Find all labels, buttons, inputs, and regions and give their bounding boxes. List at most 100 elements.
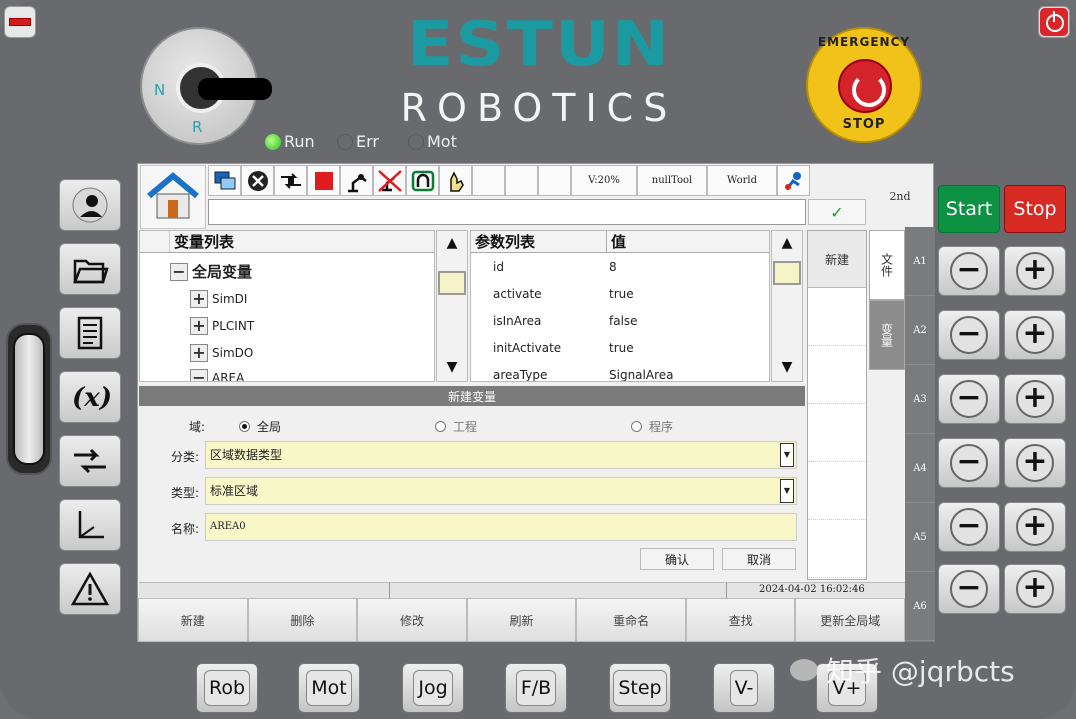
btn-delete[interactable]: 删除 xyxy=(247,598,358,642)
disable-robot-button[interactable] xyxy=(373,165,406,196)
btn-new[interactable]: 新建 xyxy=(138,598,248,642)
collapse-icon[interactable]: − xyxy=(190,369,208,381)
minimize-button[interactable] xyxy=(4,6,36,38)
tree-scrollbar[interactable]: ▲ ▼ xyxy=(436,230,468,382)
scroll-thumb[interactable] xyxy=(438,271,466,295)
coord-indicator[interactable]: World xyxy=(707,165,777,196)
home-button[interactable] xyxy=(140,165,206,229)
manual-mode-button[interactable] xyxy=(777,165,810,196)
tab-file[interactable]: 文件 xyxy=(869,230,905,300)
key-fb[interactable]: F/B xyxy=(505,663,567,713)
a1-minus-button[interactable]: − xyxy=(938,246,1000,296)
command-input[interactable] xyxy=(208,199,806,225)
expand-icon[interactable]: + xyxy=(190,290,208,308)
axis-icon xyxy=(78,511,104,539)
scroll-down-icon[interactable]: ▼ xyxy=(777,359,797,375)
power-button[interactable] xyxy=(1038,6,1070,38)
warning-icon xyxy=(70,571,110,606)
param-row[interactable]: isInArea false xyxy=(471,307,769,334)
a6-minus-button[interactable]: − xyxy=(938,564,1000,614)
form-cancel-button[interactable]: 取消 xyxy=(722,548,796,570)
user-button[interactable] xyxy=(59,179,121,231)
variable-tree: 变量列表 − 全局变量 + SimDI + PLCINT + SimDO − AREA xyxy=(139,230,435,382)
scroll-thumb[interactable] xyxy=(773,261,801,285)
scope-label: 域: xyxy=(188,420,205,434)
tree-root-global[interactable]: − 全局变量 xyxy=(170,261,252,282)
btn-update-global[interactable]: 更新全局域 xyxy=(795,598,906,642)
chevron-down-icon[interactable]: ▼ xyxy=(780,443,794,467)
param-row[interactable]: id 8 xyxy=(471,253,769,280)
enable-switch[interactable] xyxy=(6,323,52,475)
collapse-icon[interactable]: − xyxy=(170,262,188,281)
key-rob[interactable]: Rob xyxy=(196,663,258,713)
second-function-label[interactable]: 2nd xyxy=(867,165,933,227)
tab-variable[interactable]: 变量 xyxy=(869,300,905,370)
key-mot[interactable]: Mot xyxy=(298,663,360,713)
params-scrollbar[interactable]: ▲ ▼ xyxy=(771,230,803,382)
type-select[interactable]: 标准区域 ▼ xyxy=(205,477,797,505)
key-jog[interactable]: Jog xyxy=(402,663,464,713)
servo-button[interactable] xyxy=(406,165,439,196)
btn-rename[interactable]: 重命名 xyxy=(576,598,686,642)
a5-plus-button[interactable]: + xyxy=(1004,502,1066,552)
radio-icon xyxy=(631,421,642,432)
stop-program-button[interactable] xyxy=(307,165,340,196)
tree-item-simdi[interactable]: + SimDI xyxy=(190,290,247,308)
confirm-command-button[interactable]: ✓ xyxy=(808,199,866,225)
name-input[interactable]: AREA0 xyxy=(205,513,797,541)
category-select[interactable]: 区域数据类型 ▼ xyxy=(205,441,797,469)
scope-program-radio[interactable]: 程序 xyxy=(631,418,673,435)
hand-guide-button[interactable] xyxy=(439,165,472,196)
scroll-up-icon[interactable]: ▲ xyxy=(777,235,797,251)
io-button[interactable] xyxy=(59,435,121,487)
toolbar-slot-2 xyxy=(505,165,538,196)
mode-key-switch[interactable]: N R xyxy=(140,27,272,145)
key-v-minus[interactable]: V- xyxy=(713,663,775,713)
a3-minus-button[interactable]: − xyxy=(938,374,1000,424)
emergency-stop-button[interactable]: EMERGENCY STOP xyxy=(806,27,922,143)
a4-minus-button[interactable]: − xyxy=(938,438,1000,488)
status-bar: 2024-04-02 16:02:46 xyxy=(139,582,905,599)
a2-plus-button[interactable]: + xyxy=(1004,310,1066,360)
scroll-down-icon[interactable]: ▼ xyxy=(442,359,462,375)
tree-header: 变量列表 xyxy=(140,231,434,253)
variable-button[interactable]: (x) xyxy=(59,371,121,423)
start-button[interactable]: Start xyxy=(938,185,1000,233)
a4-plus-button[interactable]: + xyxy=(1004,438,1066,488)
speed-indicator[interactable]: V:20% xyxy=(571,165,637,196)
chevron-down-icon[interactable]: ▼ xyxy=(780,479,794,503)
btn-search[interactable]: 查找 xyxy=(685,598,796,642)
a3-plus-button[interactable]: + xyxy=(1004,374,1066,424)
scope-project-radio[interactable]: 工程 xyxy=(435,418,477,435)
stop-button[interactable]: Stop xyxy=(1004,185,1066,233)
expand-icon[interactable]: + xyxy=(190,344,208,362)
clear-button[interactable] xyxy=(241,165,274,196)
tree-item-area[interactable]: − AREA xyxy=(190,369,244,381)
a1-plus-button[interactable]: + xyxy=(1004,246,1066,296)
key-step[interactable]: Step xyxy=(609,663,671,713)
param-row[interactable]: activate true xyxy=(471,280,769,307)
program-button[interactable] xyxy=(59,307,121,359)
a5-minus-button[interactable]: − xyxy=(938,502,1000,552)
param-row[interactable]: areaType SignalArea xyxy=(471,361,769,382)
alarm-button[interactable] xyxy=(59,563,121,615)
tool-indicator[interactable]: nullTool xyxy=(637,165,707,196)
scroll-up-icon[interactable]: ▲ xyxy=(442,235,462,251)
param-value: 8 xyxy=(609,259,617,274)
windows-button[interactable] xyxy=(208,165,241,196)
a6-plus-button[interactable]: + xyxy=(1004,564,1066,614)
scope-global-radio[interactable]: 全局 xyxy=(239,418,281,435)
btn-modify[interactable]: 修改 xyxy=(357,598,467,642)
robot-button[interactable] xyxy=(340,165,373,196)
open-file-button[interactable] xyxy=(59,243,121,295)
param-row[interactable]: initActivate true xyxy=(471,334,769,361)
btn-refresh[interactable]: 刷新 xyxy=(466,598,577,642)
tree-item-simdo[interactable]: + SimDO xyxy=(190,344,253,362)
expand-icon[interactable]: + xyxy=(190,317,208,335)
a2-minus-button[interactable]: − xyxy=(938,310,1000,360)
form-confirm-button[interactable]: 确认 xyxy=(640,548,714,570)
side-new-button[interactable]: 新建 xyxy=(808,231,866,288)
tree-item-plcint[interactable]: + PLCINT xyxy=(190,317,254,335)
transfer-button[interactable] xyxy=(274,165,307,196)
coordinate-button[interactable] xyxy=(59,499,121,551)
